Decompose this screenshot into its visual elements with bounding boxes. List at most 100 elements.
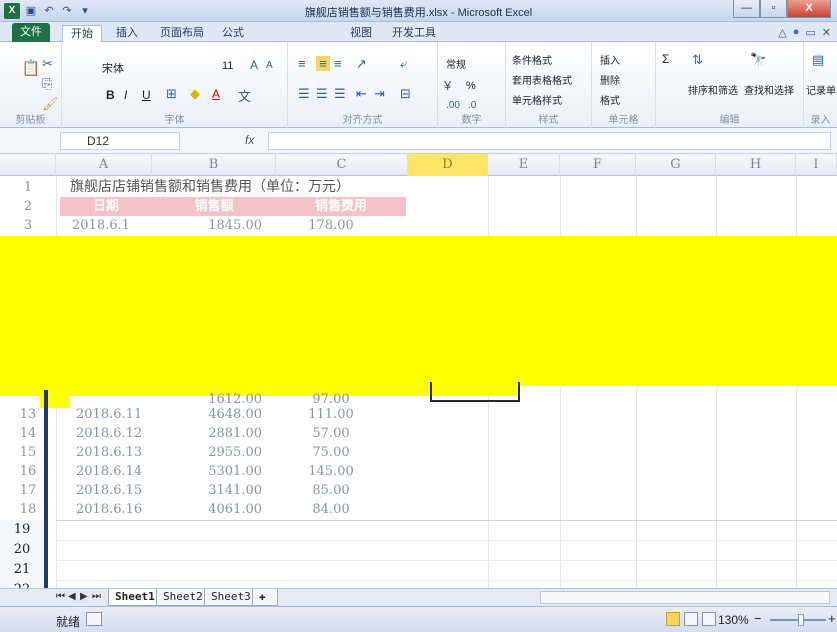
horizontal-scrollbar[interactable] [540, 591, 830, 604]
column-header-d[interactable]: D [408, 154, 488, 176]
page-layout-view-icon[interactable] [684, 612, 698, 626]
header-sales[interactable]: 销售额 [152, 197, 276, 216]
row-header-1[interactable]: 1 [0, 178, 56, 198]
close-workbook-icon[interactable]: ✕ [822, 26, 831, 39]
zoom-out-button[interactable]: − [754, 611, 762, 626]
close-button[interactable]: X [787, 0, 831, 18]
format-painter-icon[interactable]: 🖌 [42, 96, 59, 112]
decrease-decimal-icon[interactable]: .0 [468, 100, 476, 111]
column-header-i[interactable]: I [796, 154, 837, 176]
column-header-g[interactable]: G [636, 154, 716, 176]
percent-button[interactable]: % [466, 80, 476, 92]
font-size-box[interactable]: 11 [222, 60, 233, 72]
align-bottom-icon[interactable]: ≡ [334, 56, 342, 71]
help-icon[interactable]: ● [793, 26, 800, 39]
cell-cost[interactable]: 85.00 [276, 481, 386, 500]
cell-date[interactable]: 2018.6.12 [76, 424, 142, 443]
select-all-corner[interactable] [0, 154, 56, 176]
wrap-text-icon[interactable]: ⤶ [400, 56, 407, 72]
sheet-tab-3[interactable]: Sheet3 [204, 589, 258, 606]
orientation-icon[interactable]: ↗ [356, 56, 367, 72]
zoom-slider-thumb[interactable] [798, 614, 804, 626]
paste-icon[interactable]: 📋 [18, 56, 44, 82]
insert-sheet-icon[interactable]: ✚ [252, 589, 278, 606]
header-cost[interactable]: 销售费用 [276, 197, 406, 216]
column-header-h[interactable]: H [716, 154, 796, 176]
align-right-icon[interactable]: ☰ [334, 86, 346, 102]
cell-date[interactable]: 2018.6.16 [76, 500, 142, 519]
formula-input[interactable] [268, 132, 831, 150]
first-sheet-icon[interactable]: ⏮ [56, 591, 65, 602]
font-color-button[interactable]: A [212, 87, 220, 101]
phonetic-icon[interactable]: 文 [238, 86, 251, 105]
bold-button[interactable]: B [106, 88, 115, 102]
tab-home[interactable]: 开始 [62, 25, 102, 43]
cell-cost[interactable]: 75.00 [276, 443, 386, 462]
page-break-view-icon[interactable] [702, 612, 716, 626]
font-name-box[interactable]: 宋体 [102, 60, 124, 76]
cell-date[interactable]: 2018.6.1 [72, 216, 148, 235]
merge-center-icon[interactable]: ⊟ [400, 86, 411, 102]
increase-font-button[interactable]: A [250, 58, 258, 72]
cell-sales[interactable]: 2881.00 [152, 424, 262, 443]
normal-view-icon[interactable] [666, 612, 680, 626]
format-cells-button[interactable]: 格式 [600, 92, 620, 107]
cell-date[interactable]: 2018.6.15 [76, 481, 142, 500]
name-box[interactable]: D12 [60, 132, 180, 150]
zoom-slider[interactable] [770, 614, 826, 626]
align-left-icon[interactable]: ☰ [298, 86, 310, 102]
cell-sales[interactable]: 3141.00 [152, 481, 262, 500]
decrease-font-button[interactable]: A [266, 60, 273, 71]
cell-cost[interactable]: 178.00 [276, 216, 386, 235]
cell-sales[interactable]: 1845.00 [152, 216, 262, 235]
find-select-icon[interactable]: 🔭 [750, 52, 766, 68]
column-header-c[interactable]: C [276, 154, 408, 176]
cut-icon[interactable]: ✂ [42, 56, 53, 72]
cell-sales[interactable]: 2955.00 [152, 443, 262, 462]
copy-icon[interactable]: ⎘ [42, 76, 52, 92]
delete-cells-button[interactable]: 删除 [600, 72, 620, 87]
minimize-button[interactable]: — [733, 0, 760, 18]
row-header-20[interactable]: 20 [0, 540, 44, 560]
tab-developer[interactable]: 开发工具 [384, 25, 444, 42]
tab-view[interactable]: 视图 [342, 25, 380, 42]
cell-date[interactable]: 2018.6.13 [76, 443, 142, 462]
tab-page-layout[interactable]: 页面布局 [152, 25, 212, 42]
tab-formulas[interactable]: 公式 [214, 25, 252, 42]
tab-file[interactable]: 文件 [12, 23, 50, 42]
row-header-2[interactable]: 2 [0, 197, 56, 217]
align-middle-icon[interactable]: ≡ [316, 56, 330, 71]
decrease-indent-icon[interactable]: ⇤ [356, 86, 367, 102]
sort-filter-button[interactable]: 排序和筛选 [688, 82, 738, 97]
worksheet-grid[interactable]: A B C D E F G H I 1 2 3 旗舰店店铺销售额和销售费用（单位… [0, 154, 837, 588]
italic-button[interactable]: I [124, 88, 127, 102]
zoom-in-button[interactable]: + [828, 611, 836, 626]
row-header-21[interactable]: 21 [0, 560, 44, 580]
last-sheet-icon[interactable]: ⏭ [92, 591, 101, 602]
sort-filter-icon[interactable]: ⇅ [692, 52, 703, 68]
column-header-b[interactable]: B [152, 154, 276, 176]
cell-sales[interactable]: 5301.00 [152, 462, 262, 481]
cell-cost[interactable]: 111.00 [276, 405, 386, 424]
cell-cost[interactable]: 84.00 [276, 500, 386, 519]
macro-record-icon[interactable] [86, 612, 102, 626]
conditional-format-button[interactable]: 条件格式 [512, 52, 552, 67]
underline-button[interactable]: U [142, 88, 151, 102]
cell-sales[interactable]: 4648.00 [152, 405, 262, 424]
zoom-level[interactable]: 130% [718, 613, 749, 627]
currency-icon[interactable]: ¥ [444, 78, 451, 93]
column-header-f[interactable]: F [560, 154, 636, 176]
column-header-e[interactable]: E [488, 154, 560, 176]
insert-cells-button[interactable]: 插入 [600, 52, 620, 67]
increase-decimal-icon[interactable]: .00 [446, 100, 460, 111]
tab-insert[interactable]: 插入 [108, 25, 146, 42]
row-header-22[interactable]: 22 [0, 580, 44, 588]
cell-sales[interactable]: 4061.00 [152, 500, 262, 519]
table-format-button[interactable]: 套用表格格式 [512, 72, 572, 87]
next-sheet-icon[interactable]: ▶ [80, 591, 88, 602]
fill-color-icon[interactable]: ◆ [190, 86, 200, 102]
record-form-button[interactable]: 记录单 [806, 82, 836, 97]
row-header-19[interactable]: 19 [0, 520, 44, 540]
align-top-icon[interactable]: ≡ [298, 56, 306, 71]
cell-style-button[interactable]: 单元格样式 [512, 92, 562, 107]
